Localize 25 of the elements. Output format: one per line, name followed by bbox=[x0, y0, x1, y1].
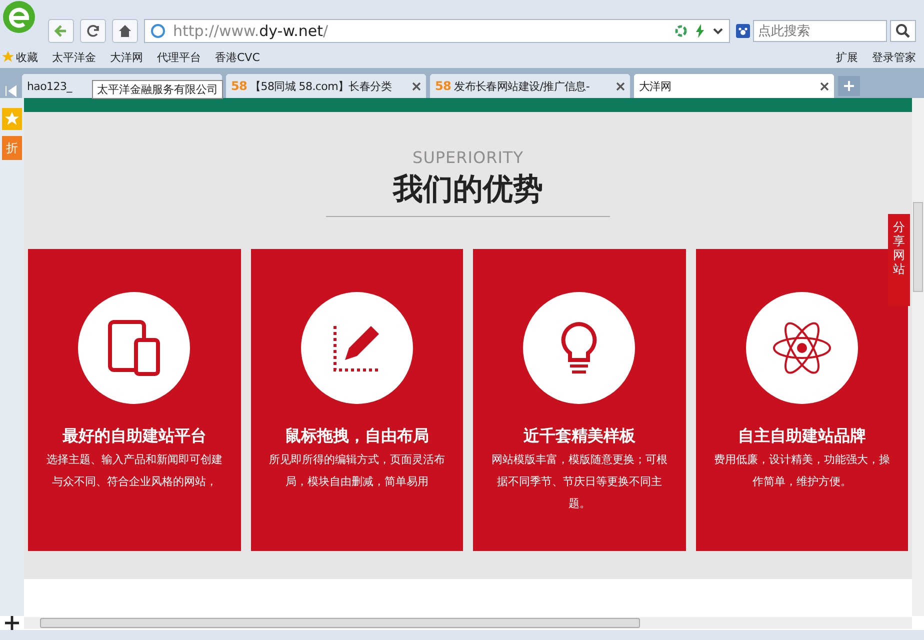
card-title: 鼠标拖拽，自由布局 bbox=[284, 426, 429, 447]
card-description: 网站模版丰富，模版随意更换；可根据不同季节、节庆日等更换不同主题。 bbox=[491, 452, 668, 512]
section-subtitle: SUPERIORITY bbox=[412, 148, 524, 167]
card-title: 自主自助建站品牌 bbox=[738, 426, 866, 447]
card-title: 近千套精美样板 bbox=[523, 426, 636, 447]
browser-tab[interactable]: 大洋网 bbox=[634, 74, 834, 98]
card-description: 所见即所得的编辑方式，页面灵活布局，模块自由删减，简单易用 bbox=[268, 452, 445, 490]
address-field[interactable]: http://www.dy-w.net/ bbox=[144, 19, 730, 43]
tooltip: 太平洋金融服务有限公司 bbox=[92, 80, 223, 99]
bookmark-item[interactable]: 太平洋金 bbox=[52, 50, 96, 64]
section-title: 我们的优势 bbox=[393, 171, 543, 209]
card-description: 费用低廉，设计精美，功能强大，操作简单，维护方便。 bbox=[714, 452, 890, 490]
bookmark-item[interactable]: 代理平台 bbox=[157, 50, 201, 64]
login-manager-link[interactable]: 登录管家 bbox=[872, 50, 916, 64]
card-title: 最好的自助建站平台 bbox=[62, 426, 206, 447]
bookmark-item[interactable]: 香港CVC bbox=[215, 50, 260, 64]
browser-tab[interactable]: 58 【58同城 58.com】长春分类 bbox=[226, 74, 426, 98]
browser-tab[interactable]: 58 发布长春网站建设/推广信息- bbox=[430, 74, 630, 98]
favorites-menu[interactable]: 收藏 bbox=[16, 50, 38, 64]
url-text: http://www.dy-w.net/ bbox=[173, 22, 328, 40]
share-tab[interactable]: 分享网站 bbox=[888, 214, 910, 306]
card-description: 选择主题、输入产品和新闻即可创建与众不同、符合企业风格的网站， bbox=[46, 452, 222, 490]
bookmark-item[interactable]: 大洋网 bbox=[110, 50, 143, 64]
search-field[interactable]: 点此搜索 bbox=[753, 20, 887, 42]
extensions-menu[interactable]: 扩展 bbox=[836, 50, 858, 64]
